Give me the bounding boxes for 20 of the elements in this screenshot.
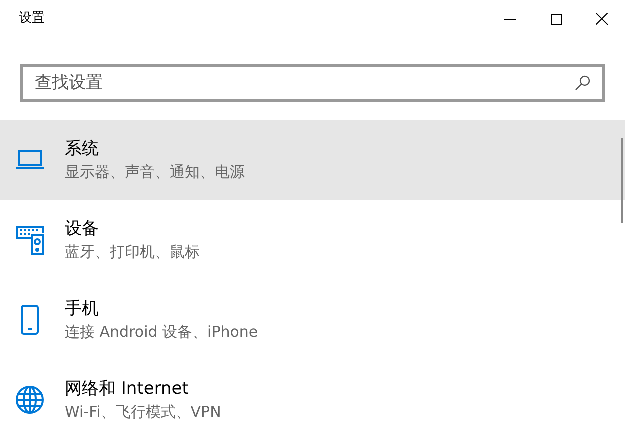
category-title: 网络和 Internet bbox=[65, 378, 190, 401]
category-subtitle: Wi-Fi、飞行模式、VPN bbox=[65, 402, 222, 423]
window-title: 设置 bbox=[19, 10, 45, 28]
phone-icon bbox=[20, 304, 40, 336]
category-subtitle: 显示器、声音、通知、电源 bbox=[65, 162, 245, 183]
category-title: 系统 bbox=[65, 138, 100, 161]
settings-category[interactable]: 系统 显示器、声音、通知、电源 bbox=[0, 120, 625, 200]
category-subtitle: 蓝牙、打印机、鼠标 bbox=[65, 242, 200, 263]
search-icon bbox=[575, 75, 591, 91]
category-title: 手机 bbox=[65, 298, 100, 321]
category-subtitle: 连接 Android 设备、iPhone bbox=[65, 322, 258, 343]
laptop-icon bbox=[14, 149, 44, 171]
globe-icon bbox=[14, 385, 44, 415]
search-field[interactable]: 查找设置 bbox=[20, 64, 605, 102]
category-title: 设备 bbox=[65, 218, 100, 241]
keyboard-speaker-icon bbox=[14, 225, 44, 255]
scrollbar[interactable] bbox=[621, 138, 623, 223]
minimize-icon bbox=[504, 18, 516, 20]
maximize-icon bbox=[550, 14, 562, 24]
close-icon bbox=[596, 13, 608, 25]
